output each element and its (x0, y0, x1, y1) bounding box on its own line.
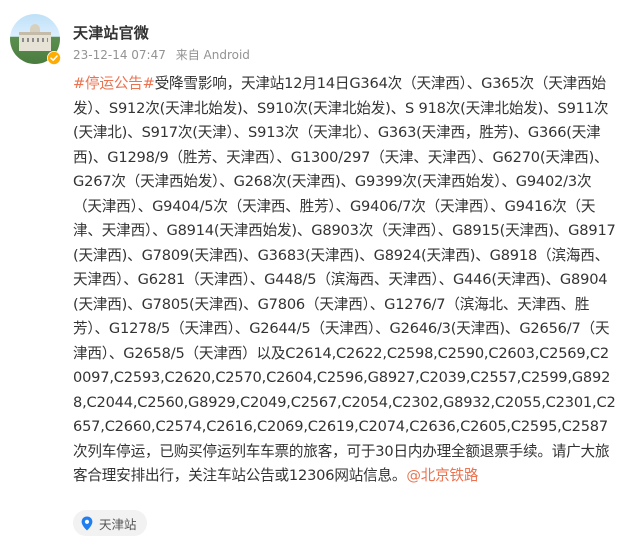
post-content: #停运公告#受降雪影响，天津站12月14日G364次（天津西）、G365次（天津… (73, 72, 618, 489)
mention-link[interactable]: @北京铁路 (406, 467, 478, 484)
post-timestamp[interactable]: 23-12-14 07:47 (73, 48, 166, 62)
location-tag[interactable]: 天津站 (73, 510, 147, 536)
hashtag-link[interactable]: #停运公告# (73, 75, 155, 92)
post-meta: 23-12-14 07:47 来自 Android (73, 46, 256, 63)
verified-badge-icon (47, 51, 61, 65)
location-label: 天津站 (99, 516, 137, 532)
location-pin-icon (81, 516, 99, 531)
user-name[interactable]: 天津站官微 (73, 22, 149, 43)
post-source: 来自 Android (175, 48, 250, 62)
post-body-text: 受降雪影响，天津站12月14日G364次（天津西）、G365次（天津西始发）、S… (73, 75, 616, 484)
weibo-post-card: 天津站官微 23-12-14 07:47 来自 Android #停运公告#受降… (0, 0, 631, 538)
